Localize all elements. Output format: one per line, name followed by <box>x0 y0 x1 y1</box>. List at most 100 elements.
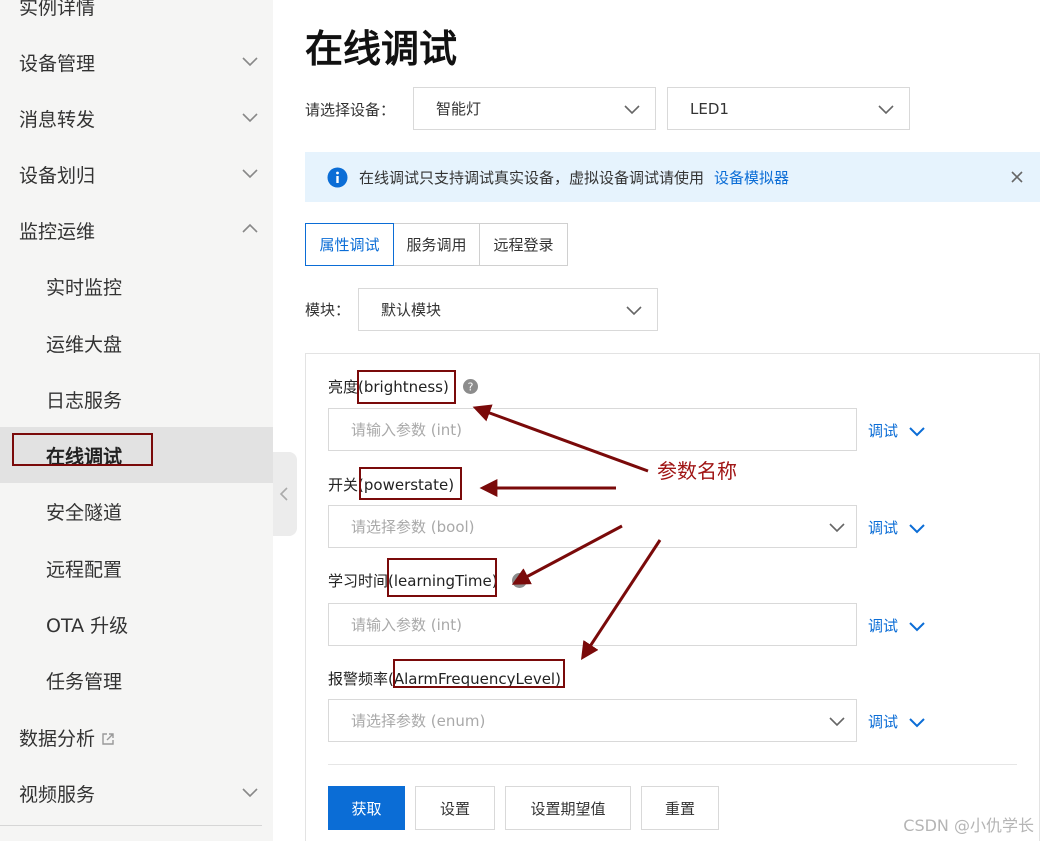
chevron-down-icon <box>878 105 894 115</box>
sidebar-item-secure-tunnel[interactable]: 安全隧道 <box>0 483 273 539</box>
chevron-down-icon <box>242 788 258 798</box>
sidebar-item-data-analysis[interactable]: 数据分析 <box>0 709 273 765</box>
sidebar-item-label: 数据分析 <box>19 727 96 750</box>
highlight-box-brightness <box>357 370 456 404</box>
debug-button[interactable]: 调试 <box>868 615 926 636</box>
sidebar-item-label: 任务管理 <box>46 670 123 693</box>
help-icon[interactable]: ? <box>511 573 527 588</box>
svg-text:?: ? <box>516 575 522 588</box>
highlight-box-alarm-frequency <box>393 659 565 688</box>
sidebar-item-realtime-monitoring[interactable]: 实时监控 <box>0 258 273 314</box>
chevron-down-icon <box>829 717 845 727</box>
device-select-label: 请选择设备： <box>305 101 396 119</box>
debug-button[interactable]: 调试 <box>868 711 926 732</box>
panel-divider <box>328 764 1017 765</box>
set-expected-value-button[interactable]: 设置期望值 <box>505 786 631 830</box>
svg-text:?: ? <box>467 381 473 394</box>
close-icon[interactable] <box>1010 170 1024 184</box>
sidebar-item-log-service[interactable]: 日志服务 <box>0 371 273 427</box>
sidebar: 实例详情 设备管理 消息转发 设备划归 监控运维 实时监控 运维大盘 日志服务 … <box>0 0 273 841</box>
sidebar-item-label: 日志服务 <box>46 389 123 412</box>
sidebar-item-label: 运维大盘 <box>46 333 123 356</box>
notice-text: 在线调试只支持调试真实设备，虚拟设备调试请使用 <box>359 168 705 187</box>
tab-remote-login[interactable]: 远程登录 <box>479 223 568 266</box>
sidebar-item-ops-dashboard[interactable]: 运维大盘 <box>0 315 273 371</box>
sidebar-item-device-assignment[interactable]: 设备划归 <box>0 146 273 202</box>
module-label: 模块： <box>305 301 351 319</box>
external-link-icon <box>102 733 114 745</box>
sidebar-item-video-service[interactable]: 视频服务 <box>0 765 273 821</box>
sidebar-divider <box>0 825 262 826</box>
property-name-cn: 学习时间 <box>328 572 389 590</box>
chevron-down-icon <box>626 306 642 316</box>
property-name-cn: 开关 <box>328 476 359 494</box>
debug-label: 调试 <box>868 422 899 440</box>
sidebar-collapse-toggle[interactable] <box>273 452 297 536</box>
notice-banner: 在线调试只支持调试真实设备，虚拟设备调试请使用 设备模拟器 <box>305 152 1040 202</box>
chevron-down-icon <box>242 169 258 179</box>
set-button[interactable]: 设置 <box>415 786 495 830</box>
sidebar-item-label: 安全隧道 <box>46 501 123 524</box>
chevron-down-icon <box>909 426 925 436</box>
watermark: CSDN @小仇学长 <box>903 816 1034 835</box>
tab-property-debug[interactable]: 属性调试 <box>305 223 394 266</box>
learning-time-input[interactable]: 请输入参数 (int) <box>328 603 857 646</box>
debug-tabs: 属性调试 服务调用 远程登录 <box>305 223 568 266</box>
highlight-box-learning-time <box>387 558 497 597</box>
sidebar-item-monitoring-ops[interactable]: 监控运维 <box>0 202 273 258</box>
device-simulator-link[interactable]: 设备模拟器 <box>714 169 789 187</box>
sidebar-item-label: 远程配置 <box>46 558 123 581</box>
debug-label: 调试 <box>868 519 899 537</box>
sidebar-item-label: 设备管理 <box>19 52 96 75</box>
sidebar-item-remote-config[interactable]: 远程配置 <box>0 540 273 596</box>
get-button[interactable]: 获取 <box>328 786 405 830</box>
alarm-frequency-select[interactable]: 请选择参数 (enum) <box>328 699 857 742</box>
notice-message: 在线调试只支持调试真实设备，虚拟设备调试请使用 设备模拟器 <box>359 167 789 188</box>
sidebar-item-label: 监控运维 <box>19 220 96 243</box>
tab-service-call[interactable]: 服务调用 <box>393 223 480 266</box>
sidebar-item-label-wrap: 数据分析 <box>19 724 115 751</box>
input-placeholder: 请输入参数 (int) <box>351 421 463 439</box>
reset-button[interactable]: 重置 <box>641 786 719 830</box>
info-icon <box>327 167 348 188</box>
product-select[interactable]: 智能灯 <box>413 87 656 130</box>
sidebar-item-label: 实时监控 <box>46 276 123 299</box>
module-select[interactable]: 默认模块 <box>358 288 658 331</box>
chevron-down-icon <box>829 523 845 533</box>
sidebar-item-label: 消息转发 <box>19 108 96 131</box>
debug-button[interactable]: 调试 <box>868 420 926 441</box>
module-select-value: 默认模块 <box>381 301 442 319</box>
sidebar-item-label: 视频服务 <box>19 783 96 806</box>
sidebar-item-task-management[interactable]: 任务管理 <box>0 652 273 708</box>
page-title: 在线调试 <box>305 27 458 71</box>
highlight-box-sidebar <box>12 433 153 466</box>
sidebar-item-instance-details[interactable]: 实例详情 <box>0 0 273 34</box>
debug-button[interactable]: 调试 <box>868 517 926 538</box>
sidebar-item-ota-upgrade[interactable]: OTA 升级 <box>0 596 273 652</box>
highlight-box-powerstate <box>359 467 462 500</box>
property-name-cn: 报警频率 <box>328 670 389 688</box>
device-select-value: LED1 <box>690 99 729 118</box>
annotation-label: 参数名称 <box>657 459 737 483</box>
chevron-left-icon <box>279 487 288 501</box>
help-icon[interactable]: ? <box>462 379 478 394</box>
property-name-cn: 亮度 <box>328 378 359 396</box>
chevron-down-icon <box>624 105 640 115</box>
input-placeholder: 请选择参数 (bool) <box>351 518 475 536</box>
chevron-down-icon <box>242 113 258 123</box>
chevron-down-icon <box>242 57 258 67</box>
debug-label: 调试 <box>868 713 899 731</box>
sidebar-item-label: OTA 升级 <box>46 614 129 637</box>
device-select[interactable]: LED1 <box>667 87 910 130</box>
sidebar-item-message-forwarding[interactable]: 消息转发 <box>0 90 273 146</box>
debug-label: 调试 <box>868 617 899 635</box>
chevron-down-icon <box>909 621 925 631</box>
chevron-down-icon <box>909 717 925 727</box>
powerstate-select[interactable]: 请选择参数 (bool) <box>328 505 857 548</box>
chevron-down-icon <box>909 523 925 533</box>
brightness-input[interactable]: 请输入参数 (int) <box>328 408 857 451</box>
chevron-up-icon <box>242 223 258 233</box>
sidebar-item-device-management[interactable]: 设备管理 <box>0 34 273 90</box>
input-placeholder: 请输入参数 (int) <box>351 616 463 634</box>
sidebar-item-label: 实例详情 <box>19 0 96 19</box>
